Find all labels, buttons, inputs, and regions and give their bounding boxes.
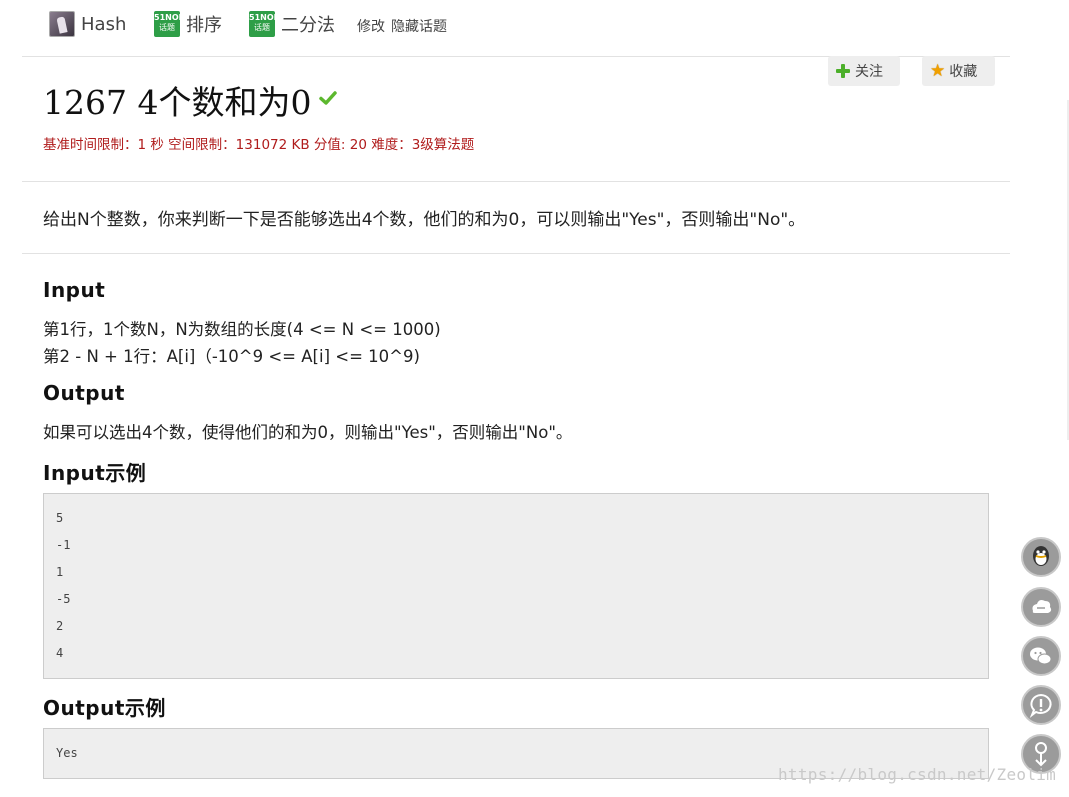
- follow-label: 关注: [855, 64, 883, 80]
- topic-tag-label: 二分法: [281, 15, 335, 36]
- output-example-heading: Output示例: [43, 696, 166, 720]
- favorite-label: 收藏: [949, 64, 978, 80]
- wechat-icon: [1030, 647, 1052, 665]
- favorite-button[interactable]: ★ 收藏: [922, 56, 995, 86]
- qq-icon: [1033, 546, 1049, 566]
- divider: [22, 181, 1010, 182]
- code-line: 2: [56, 619, 64, 633]
- qq-share-button[interactable]: [1021, 537, 1061, 577]
- output-heading: Output: [43, 381, 125, 405]
- topic-edit-links: 修改 隐藏话题: [357, 16, 453, 36]
- wechat-share-button[interactable]: [1021, 636, 1061, 676]
- watermark: https://blog.csdn.net/Zeolim: [778, 765, 1057, 784]
- follow-button[interactable]: 关注: [828, 56, 900, 86]
- code-line: -1: [56, 538, 71, 552]
- feedback-button[interactable]: [1021, 685, 1061, 725]
- code-line: Yes: [56, 746, 78, 760]
- code-line: -5: [56, 592, 71, 606]
- input-example-heading: Input示例: [43, 461, 147, 485]
- plus-icon: [836, 64, 850, 78]
- edit-topic-link[interactable]: 修改: [357, 19, 385, 35]
- hash-topic-icon: [49, 11, 75, 37]
- exclamation-bubble-icon: [1029, 693, 1052, 718]
- 51nod-topic-icon: 51NOD 话题: [249, 11, 275, 37]
- problem-description: 给出N个整数，你来判断一下是否能够选出4个数，他们的和为0，可以则输出"Yes"…: [43, 210, 806, 230]
- output-text: 如果可以选出4个数，使得他们的和为0，则输出"Yes"，否则输出"No"。: [43, 423, 573, 442]
- 51nod-topic-icon: 51NOD 话题: [154, 11, 180, 37]
- hide-topic-link[interactable]: 隐藏话题: [391, 19, 447, 35]
- star-icon: ★: [930, 60, 946, 81]
- input-line: 第1行，1个数N，N为数组的长度(4 <= N <= 1000): [43, 320, 441, 339]
- divider: [22, 253, 1010, 254]
- cloud-star-icon: [1032, 600, 1052, 613]
- problem-title: 1267 4个数和为0: [43, 83, 312, 122]
- topic-tag-label: 排序: [186, 15, 222, 36]
- topic-tag-hash[interactable]: Hash: [49, 10, 126, 38]
- topic-tag-binary-search[interactable]: 51NOD 话题 二分法: [249, 10, 335, 38]
- topic-tag-label: Hash: [81, 13, 127, 35]
- check-icon: [319, 91, 337, 105]
- topic-tag-sort[interactable]: 51NOD 话题 排序: [154, 10, 222, 38]
- code-line: 5: [56, 511, 64, 525]
- input-example-box: 5 -1 1 -5 2 4: [43, 493, 989, 679]
- arrow-down-circle-icon: [1035, 742, 1047, 767]
- code-line: 1: [56, 565, 64, 579]
- qzone-share-button[interactable]: [1021, 587, 1061, 627]
- problem-limits: 基准时间限制：1 秒 空间限制：131072 KB 分值: 20 难度：3级算法…: [43, 137, 475, 153]
- code-line: 4: [56, 646, 64, 660]
- input-line: 第2 - N + 1行：A[i]（-10^9 <= A[i] <= 10^9): [43, 347, 420, 366]
- input-heading: Input: [43, 278, 106, 302]
- topic-bar: Hash 51NOD 话题 排序 51NOD 话题 二分法 修改隐藏话题: [0, 0, 1069, 48]
